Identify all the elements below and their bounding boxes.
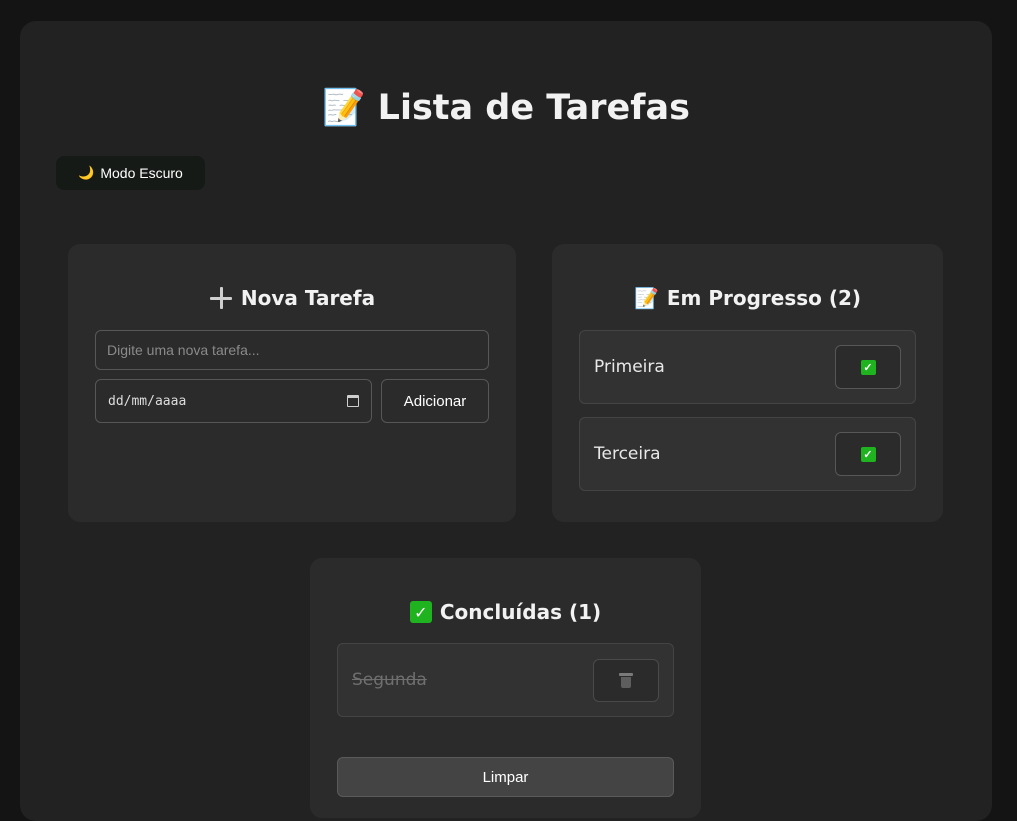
moon-icon: 🌙 (78, 165, 95, 180)
page-title-text: Lista de Tarefas (377, 88, 690, 128)
completed-card: ✓ Concluídas (1) Segunda Limpar (310, 558, 701, 818)
due-date-placeholder: dd/mm/aaaa (108, 393, 187, 409)
task-label: Primeira (594, 357, 665, 377)
task-label: Segunda (352, 670, 427, 690)
list-item: Segunda (337, 643, 674, 717)
new-task-input[interactable] (95, 330, 489, 370)
dark-mode-toggle-button[interactable]: 🌙 Modo Escuro (56, 156, 205, 190)
in-progress-heading: 📝 Em Progresso (2) (552, 286, 943, 310)
check-icon: ✓ (409, 601, 432, 623)
list-item: Terceira ✓ (579, 417, 916, 491)
plus-icon (209, 286, 233, 310)
dark-mode-label: Modo Escuro (100, 165, 183, 181)
completed-heading-text: Concluídas (1) (439, 600, 602, 624)
new-task-heading-text: Nova Tarefa (240, 286, 376, 310)
complete-task-button[interactable]: ✓ (835, 432, 901, 476)
in-progress-heading-text: Em Progresso (2) (666, 286, 862, 310)
check-icon: ✓ (860, 446, 876, 462)
trash-icon (619, 672, 633, 688)
memo-icon: 📝 (322, 88, 366, 128)
due-date-input[interactable]: dd/mm/aaaa (95, 379, 372, 423)
in-progress-card: 📝 Em Progresso (2) Primeira ✓ Terceira ✓ (552, 244, 943, 522)
delete-task-button[interactable] (593, 658, 659, 702)
page-title: 📝 Lista de Tarefas (20, 87, 992, 128)
list-item: Primeira ✓ (579, 330, 916, 404)
completed-heading: ✓ Concluídas (1) (310, 600, 701, 624)
new-task-heading: Nova Tarefa (68, 286, 516, 310)
memo-icon: 📝 (633, 286, 659, 310)
add-task-button[interactable]: Adicionar (381, 379, 489, 423)
check-icon: ✓ (860, 359, 876, 375)
app-container: 📝 Lista de Tarefas 🌙 Modo Escuro Nova Tar… (20, 21, 992, 821)
calendar-icon[interactable] (347, 395, 359, 407)
new-task-card: Nova Tarefa dd/mm/aaaa Adicionar (68, 244, 516, 522)
clear-completed-button[interactable]: Limpar (337, 757, 674, 797)
complete-task-button[interactable]: ✓ (835, 345, 901, 389)
task-label: Terceira (594, 444, 661, 464)
